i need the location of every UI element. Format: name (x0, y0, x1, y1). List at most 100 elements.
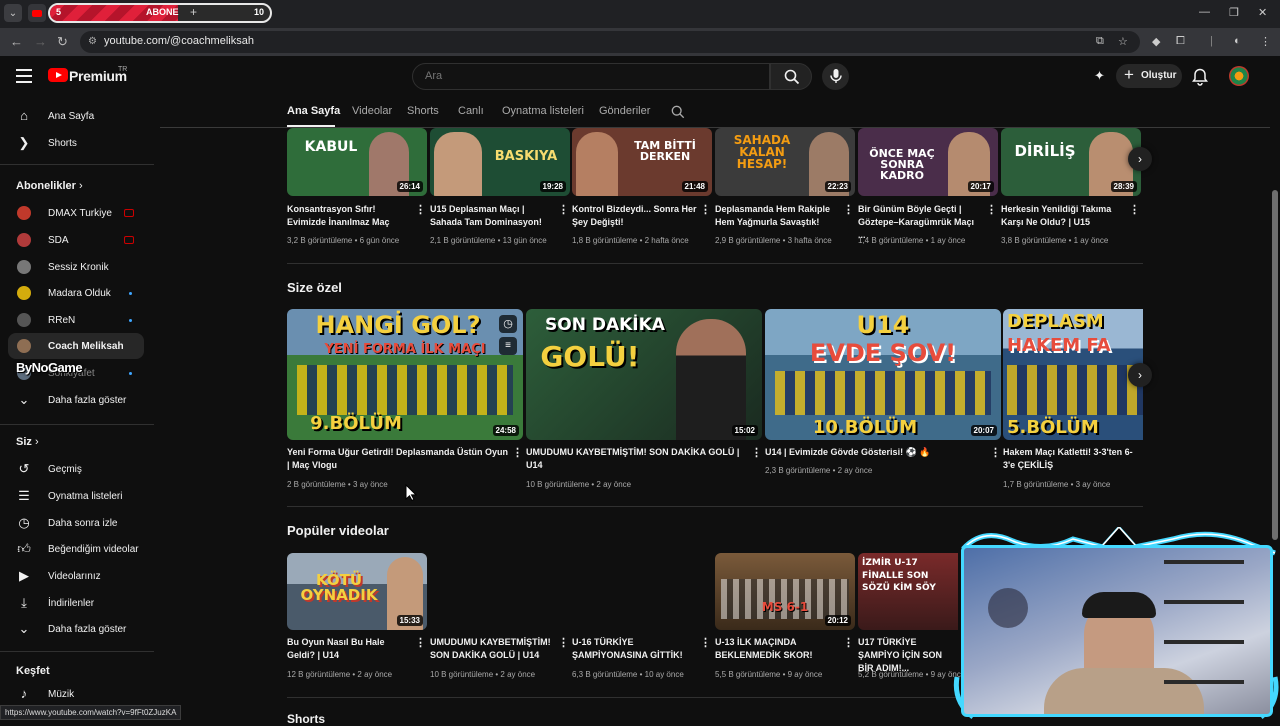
more-options-icon[interactable]: ⋮ (1129, 203, 1140, 216)
video-title[interactable]: Yeni Forma Uğur Getirdi! Deplasmanda Üst… (287, 446, 509, 472)
more-options-icon[interactable]: ⋮ (415, 203, 426, 216)
sidebar-item-history[interactable]: ↺ Geçmiş (8, 456, 144, 482)
more-options-icon[interactable]: ⋮ (986, 203, 997, 216)
new-tab-icon[interactable]: + (190, 5, 197, 19)
sidebar-item-downloads[interactable]: ⤓ İndirilenler (8, 590, 144, 616)
ai-sparkle-icon[interactable]: ✦ (1094, 68, 1105, 84)
video-thumbnail[interactable]: MS 6-1 20:12 (715, 553, 855, 630)
tab-playlists[interactable]: Oynatma listeleri (502, 105, 584, 117)
video-thumbnail[interactable]: HANGİ GOL? YENİ FORMA İLK MAÇI 9.BÖLÜM ◷… (287, 309, 523, 440)
minimize-icon[interactable]: — (1199, 6, 1210, 18)
video-title[interactable]: U14 | Evimizde Gövde Gösterisi! ⚽ 🔥 (765, 446, 987, 459)
more-options-icon[interactable]: ⋮ (843, 203, 854, 216)
video-title[interactable]: U-16 TÜRKİYE ŞAMPİYONASINA GİTTİK! (572, 636, 700, 662)
sidebar-sub-coach-meliksah[interactable]: Coach Meliksah (8, 333, 144, 359)
sidebar-item-shorts[interactable]: ❯ Shorts (8, 130, 144, 156)
extension-icon[interactable]: ◆ (1152, 35, 1164, 48)
more-options-icon[interactable]: ⋮ (843, 636, 854, 649)
video-thumbnail[interactable]: SAHADA KALAN HESAP! 22:23 (715, 128, 855, 196)
subscriptions-heading[interactable]: Abonelikler › (16, 180, 83, 192)
more-options-icon[interactable]: ⋮ (415, 636, 426, 649)
video-thumbnail[interactable]: TAM BİTTİ DERKEN 21:48 (572, 128, 712, 196)
video-thumbnail[interactable]: SON DAKİKA GOLÜ! 15:02 (526, 309, 762, 440)
back-icon[interactable]: ← (10, 34, 23, 49)
tab-home[interactable]: Ana Sayfa (287, 105, 340, 117)
profile-icon[interactable]: ◐ (1234, 35, 1246, 47)
scrollbar-thumb[interactable] (1272, 190, 1278, 540)
browser-menu-icon[interactable]: ⋮ (1260, 35, 1272, 48)
sidebar-you-show-more[interactable]: ⌄ Daha fazla göster (8, 616, 144, 642)
bookmark-star-icon[interactable]: ☆ (1118, 35, 1130, 48)
sidebar-item-home[interactable]: ⌂ Ana Sayfa (8, 103, 144, 129)
row-next-arrow-icon[interactable]: › (1128, 147, 1152, 171)
sidebar-item-playlists[interactable]: ☰ Oynatma listeleri (8, 483, 144, 509)
sidebar-item-music[interactable]: ♪ Müzik (8, 681, 144, 707)
sidebar-show-more[interactable]: ⌄ Daha fazla göster (8, 387, 144, 413)
sidebar-item-liked[interactable]: 👍︎ Beğendiğim videolar (8, 536, 144, 562)
install-app-icon[interactable]: ⧉ (1096, 35, 1108, 47)
video-title[interactable]: Konsantrasyon Sıfır! Evimizde İnanılmaz … (287, 203, 413, 229)
sidebar-item-your-videos[interactable]: ▶ Videolarınız (8, 563, 144, 589)
account-avatar[interactable] (1229, 66, 1249, 86)
video-title[interactable]: U-13 İLK MAÇINDA BEKLENMEDİK SKOR! (715, 636, 843, 662)
video-title[interactable]: UMUDUMU KAYBETMİŞTİM! SON DAKİKA GOLÜ | … (526, 446, 748, 472)
video-title[interactable]: U15 Deplasman Maçı | Sahada Tam Dominasy… (430, 203, 556, 229)
video-thumbnail[interactable]: BASKIYA 19:28 (430, 128, 570, 196)
sidebar-sub-dmax[interactable]: DMAX Turkiye (8, 200, 144, 226)
tab-live[interactable]: Canlı (458, 105, 484, 117)
more-options-icon[interactable]: ⋮ (558, 636, 569, 649)
you-heading[interactable]: Siz › (16, 436, 39, 448)
more-options-icon[interactable]: ⋮ (512, 446, 523, 459)
video-thumbnail[interactable]: U14 EVDE ŞOV! 10.BÖLÜM 20:07 (765, 309, 1001, 440)
url-text[interactable]: youtube.com/@coachmeliksah (104, 35, 254, 47)
video-title[interactable]: Deplasmanda Hem Rakiple Hem Yağmurla Sav… (715, 203, 841, 229)
video-thumbnail[interactable]: KÖTÜ OYNADIK 15:33 (287, 553, 427, 630)
section-title-popular[interactable]: Popüler videolar (287, 523, 389, 538)
create-button[interactable]: + Oluştur (1116, 64, 1182, 88)
more-options-icon[interactable]: ⋮ (700, 203, 711, 216)
video-thumbnail[interactable]: KABUL 26:14 (287, 128, 427, 196)
sidebar-sub-rren[interactable]: RReN (8, 307, 144, 333)
tab-posts[interactable]: Gönderiler (599, 105, 650, 117)
search-input[interactable] (425, 70, 755, 82)
pinned-youtube-tab[interactable] (28, 4, 46, 22)
video-thumbnail[interactable]: ÖNCE MAÇ SONRA KADRO 20:17 (858, 128, 998, 196)
tab-shorts[interactable]: Shorts (407, 105, 439, 117)
reload-icon[interactable]: ↻ (57, 34, 68, 50)
close-icon[interactable]: ✕ (1258, 6, 1267, 19)
voice-search-button[interactable] (822, 63, 849, 90)
more-options-icon[interactable]: ⋮ (751, 446, 762, 459)
sidebar-sub-sda[interactable]: SDA (8, 227, 144, 253)
youtube-logo-icon[interactable] (48, 68, 68, 82)
video-title[interactable]: Hakem Maçı Katletti! 3-3'ten 6-3'e ÇEKİL… (1003, 446, 1143, 472)
site-info-icon[interactable]: ⚙ (88, 36, 97, 47)
more-options-icon[interactable]: ⋮ (990, 446, 1001, 459)
restore-icon[interactable]: ❐ (1229, 6, 1239, 19)
tab-search-button[interactable]: ⌄ (4, 4, 22, 22)
sidebar-item-watch-later[interactable]: ◷ Daha sonra izle (8, 510, 144, 536)
sidebar-sub-sessiz-kronik[interactable]: Sessiz Kronik (8, 254, 144, 280)
add-to-queue-icon[interactable]: ≡ (499, 337, 517, 355)
more-options-icon[interactable]: ⋮ (700, 636, 711, 649)
video-title[interactable]: UMUDUMU KAYBETMİŞTİM! SON DAKİKA GOLÜ | … (430, 636, 558, 662)
watch-later-icon[interactable]: ◷ (499, 315, 517, 333)
extensions-puzzle-icon[interactable]: ⧠ (1176, 35, 1188, 47)
video-thumbnail[interactable]: İZMİR U-17 FİNALLE SON SÖZÜ KİM SÖY (858, 553, 958, 630)
video-title[interactable]: Kontrol Bizdeydi... Sonra Her Şey Değişt… (572, 203, 698, 229)
row-next-arrow-icon[interactable]: › (1128, 363, 1152, 387)
search-box[interactable] (412, 63, 770, 90)
address-bar[interactable]: ⚙ youtube.com/@coachmeliksah ⧉ ☆ (80, 31, 1140, 53)
video-title[interactable]: Herkesin Yenildiği Takıma Karşı Ne Oldu?… (1001, 203, 1127, 229)
channel-search-icon[interactable] (671, 105, 685, 119)
video-thumbnail[interactable]: DİRİLİŞ 28:39 (1001, 128, 1141, 196)
video-title[interactable]: Bu Oyun Nasıl Bu Hale Geldi? | U14 (287, 636, 415, 662)
search-button[interactable] (770, 63, 812, 90)
menu-icon[interactable] (16, 69, 32, 83)
sidebar-sub-madara-olduk[interactable]: Madara Olduk (8, 280, 144, 306)
tab-videos[interactable]: Videolar (352, 105, 392, 117)
more-options-icon[interactable]: ⋮ (558, 203, 569, 216)
notifications-bell-icon[interactable] (1192, 68, 1208, 86)
video-thumbnail[interactable]: DEPLASM HAKEM FA 5.BÖLÜM (1003, 309, 1143, 440)
section-title-shorts[interactable]: Shorts (287, 712, 325, 726)
forward-icon[interactable]: → (34, 34, 47, 49)
